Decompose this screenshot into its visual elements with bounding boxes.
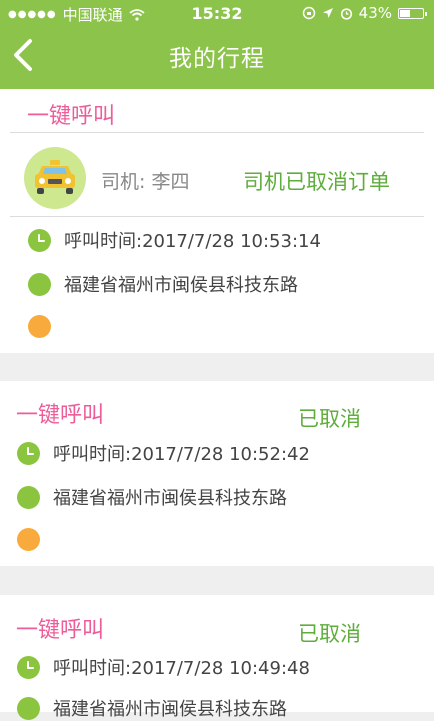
- divider: [10, 132, 424, 133]
- trip-card[interactable]: 一键呼叫 司机: 李四 司机已取消订单 呼叫时间:2017/7/28 10:53…: [0, 89, 434, 353]
- origin-row: 福建省福州市闽侯县科技东路: [28, 271, 298, 297]
- driver-name: 司机: 李四: [101, 171, 190, 193]
- destination-dot-icon: [17, 528, 40, 551]
- origin-dot-icon: [17, 696, 40, 720]
- battery-icon: [398, 7, 427, 19]
- call-time: 呼叫时间:2017/7/28 10:52:42: [53, 444, 310, 465]
- divider: [10, 216, 424, 217]
- taxi-avatar: [24, 147, 86, 209]
- trip-card[interactable]: 一键呼叫 已取消 呼叫时间:2017/7/28 10:52:42 福建省福州市闽…: [0, 381, 434, 566]
- destination-row: [17, 528, 40, 551]
- call-time: 呼叫时间:2017/7/28 10:53:14: [64, 231, 321, 252]
- destination-row: [28, 315, 51, 338]
- trip-status: 已取消: [298, 622, 361, 646]
- origin-address: 福建省福州市闽侯县科技东路: [53, 488, 287, 509]
- origin-row: 福建省福州市闽侯县科技东路: [17, 484, 287, 510]
- clock-icon: [17, 655, 40, 679]
- battery-percent: 43%: [358, 4, 392, 22]
- status-right: 43%: [302, 4, 427, 22]
- origin-dot-icon: [17, 485, 40, 509]
- battery-fill: [400, 9, 411, 17]
- origin-address: 福建省福州市闽侯县科技东路: [53, 699, 287, 720]
- call-time-row: 呼叫时间:2017/7/28 10:53:14: [28, 227, 321, 253]
- taxi-icon: [35, 160, 75, 194]
- rotation-lock-icon: [302, 6, 315, 20]
- destination-dot-icon: [28, 315, 51, 338]
- location-icon: [322, 8, 333, 18]
- call-time: 呼叫时间:2017/7/28 10:49:48: [53, 658, 310, 679]
- page-title: 我的行程: [169, 46, 265, 72]
- clock-icon: [28, 228, 51, 252]
- origin-address: 福建省福州市闽侯县科技东路: [64, 275, 298, 296]
- clock-icon: [17, 441, 40, 465]
- app-header: ●●●●● 中国联通 15:32 43% 我的行程: [0, 0, 434, 89]
- status-bar: ●●●●● 中国联通 15:32 43%: [0, 0, 434, 26]
- origin-dot-icon: [28, 272, 51, 296]
- one-key-call-label: 一键呼叫: [16, 403, 105, 428]
- trip-status: 已取消: [298, 407, 361, 431]
- origin-row: 福建省福州市闽侯县科技东路: [17, 695, 287, 721]
- trip-status: 司机已取消订单: [243, 170, 390, 194]
- alarm-icon: [340, 7, 352, 20]
- one-key-call-label: 一键呼叫: [16, 618, 105, 643]
- call-time-row: 呼叫时间:2017/7/28 10:52:42: [17, 440, 310, 466]
- trip-card[interactable]: 一键呼叫 已取消 呼叫时间:2017/7/28 10:49:48 福建省福州市闽…: [0, 595, 434, 720]
- one-key-call-label: 一键呼叫: [27, 104, 116, 129]
- call-time-row: 呼叫时间:2017/7/28 10:49:48: [17, 654, 310, 680]
